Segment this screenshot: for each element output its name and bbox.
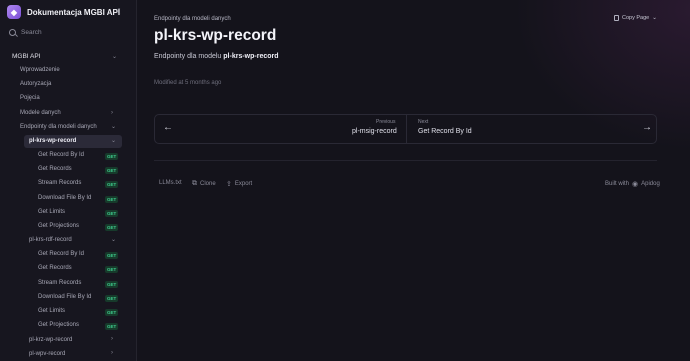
page-title: pl-krs-wp-record <box>154 27 277 44</box>
method-badge: GET <box>105 224 119 231</box>
chevron-down-icon: ⌄ <box>652 15 657 21</box>
next-page-link[interactable]: Get Record By Id <box>418 128 472 135</box>
method-badge: GET <box>105 309 119 316</box>
method-badge: GET <box>105 266 119 273</box>
method-badge: GET <box>105 153 119 160</box>
description-model-name: pl-krs-wp-record <box>223 53 279 60</box>
page-description: Endpointy dla modelu pl-krs-wp-record <box>154 53 279 60</box>
llms-label: LLMs.txt <box>159 180 182 186</box>
endpoint-stream-records[interactable]: Stream Records <box>38 180 81 186</box>
app-logo-icon: ◆ <box>7 5 21 19</box>
copy-icon <box>614 15 619 21</box>
chevron-down-icon[interactable]: ⌄ <box>111 236 116 243</box>
app-title: Dokumentacja MGBI API <box>27 7 121 17</box>
method-badge: GET <box>105 181 119 188</box>
endpoint-get-records[interactable]: Get Records <box>38 265 72 271</box>
sidebar-item-wprowadzenie[interactable]: Wprowadzenie <box>20 67 60 73</box>
method-badge: GET <box>105 167 119 174</box>
endpoint-get-limits[interactable]: Get Limits <box>38 209 65 215</box>
description-text: Endpointy dla modelu <box>154 53 224 60</box>
built-with-label: Built with <box>605 181 630 187</box>
previous-label: Previous <box>376 119 396 125</box>
export-button[interactable]: ⇪ Export <box>226 180 252 188</box>
breadcrumb[interactable]: Endpointy dla modeli danych <box>154 16 231 22</box>
arrow-right-icon[interactable]: → <box>642 122 652 133</box>
endpoint-stream-records[interactable]: Stream Records <box>38 280 81 286</box>
pagination: ← Previous pl-msig-record Next Get Recor… <box>154 114 657 144</box>
endpoint-download-file-by-id[interactable]: Download File By Id <box>38 294 91 300</box>
built-with[interactable]: Built with ◉ Apidog <box>605 180 660 188</box>
divider <box>154 160 657 161</box>
previous-page-link[interactable]: pl-msig-record <box>352 128 397 135</box>
clone-icon: ⧉ <box>192 180 197 187</box>
chevron-down-icon[interactable]: ⌄ <box>112 53 117 60</box>
sidebar-group-pl-krs-wp-record[interactable]: pl-krs-wp-record <box>29 138 76 144</box>
sidebar-item-pojecia[interactable]: Pojęcia <box>20 95 40 101</box>
arrow-left-icon[interactable]: ← <box>163 122 173 133</box>
copy-page-button[interactable]: Copy Page ⌄ <box>614 15 657 21</box>
endpoint-get-record-by-id[interactable]: Get Record By Id <box>38 251 84 257</box>
clone-button[interactable]: ⧉ Clone <box>192 180 216 188</box>
search-icon <box>9 29 16 36</box>
endpoint-get-projections[interactable]: Get Projections <box>38 322 79 328</box>
llms-txt-link[interactable]: LLMs.txt <box>159 180 182 186</box>
search-input[interactable] <box>21 29 121 36</box>
sidebar-group-pl-wpv-record[interactable]: pl-wpv-record <box>29 351 65 357</box>
method-badge: GET <box>105 323 119 330</box>
modified-timestamp: Modified at 5 months ago <box>154 80 222 86</box>
sidebar-group-pl-krz-wp-record[interactable]: pl-krz-wp-record <box>29 337 72 343</box>
endpoint-download-file-by-id[interactable]: Download File By Id <box>38 195 91 201</box>
sidebar-group-pl-krs-rdf-record[interactable]: pl-krs-rdf-record <box>29 237 72 243</box>
chevron-right-icon[interactable]: › <box>111 336 113 342</box>
next-label: Next <box>418 119 429 125</box>
method-badge: GET <box>105 210 119 217</box>
endpoint-get-record-by-id[interactable]: Get Record By Id <box>38 152 84 158</box>
sidebar-section-mgbi-api[interactable]: MGBI API <box>12 53 41 60</box>
method-badge: GET <box>105 281 119 288</box>
sidebar: ◆ Dokumentacja MGBI API ☾ MGBI API ⌄ Wpr… <box>0 0 137 361</box>
copy-page-label: Copy Page <box>622 15 650 21</box>
theme-toggle-moon-icon[interactable]: ☾ <box>116 7 123 16</box>
apidog-label: Apidog <box>641 181 660 187</box>
sidebar-item-autoryzacja[interactable]: Autoryzacja <box>20 81 51 87</box>
brand[interactable]: ◆ Dokumentacja MGBI API <box>7 5 120 19</box>
export-label: Export <box>234 181 253 187</box>
endpoint-get-records[interactable]: Get Records <box>38 166 72 172</box>
pagination-divider <box>406 115 407 143</box>
chevron-down-icon[interactable]: ⌄ <box>111 123 116 130</box>
endpoint-get-projections[interactable]: Get Projections <box>38 223 79 229</box>
sidebar-item-modele-danych[interactable]: Modele danych <box>20 110 61 116</box>
method-badge: GET <box>105 295 119 302</box>
chevron-right-icon[interactable]: › <box>111 350 113 356</box>
apidog-logo-icon: ◉ <box>632 181 639 188</box>
clone-label: Clone <box>200 181 216 187</box>
sidebar-item-endpointy[interactable]: Endpointy dla modeli danych <box>20 124 97 130</box>
chevron-down-icon[interactable]: ⌄ <box>111 137 116 144</box>
search-box[interactable] <box>9 29 121 36</box>
method-badge: GET <box>105 252 119 259</box>
export-icon: ⇪ <box>226 181 232 188</box>
endpoint-get-limits[interactable]: Get Limits <box>38 308 65 314</box>
method-badge: GET <box>105 196 119 203</box>
chevron-right-icon[interactable]: › <box>111 110 113 116</box>
